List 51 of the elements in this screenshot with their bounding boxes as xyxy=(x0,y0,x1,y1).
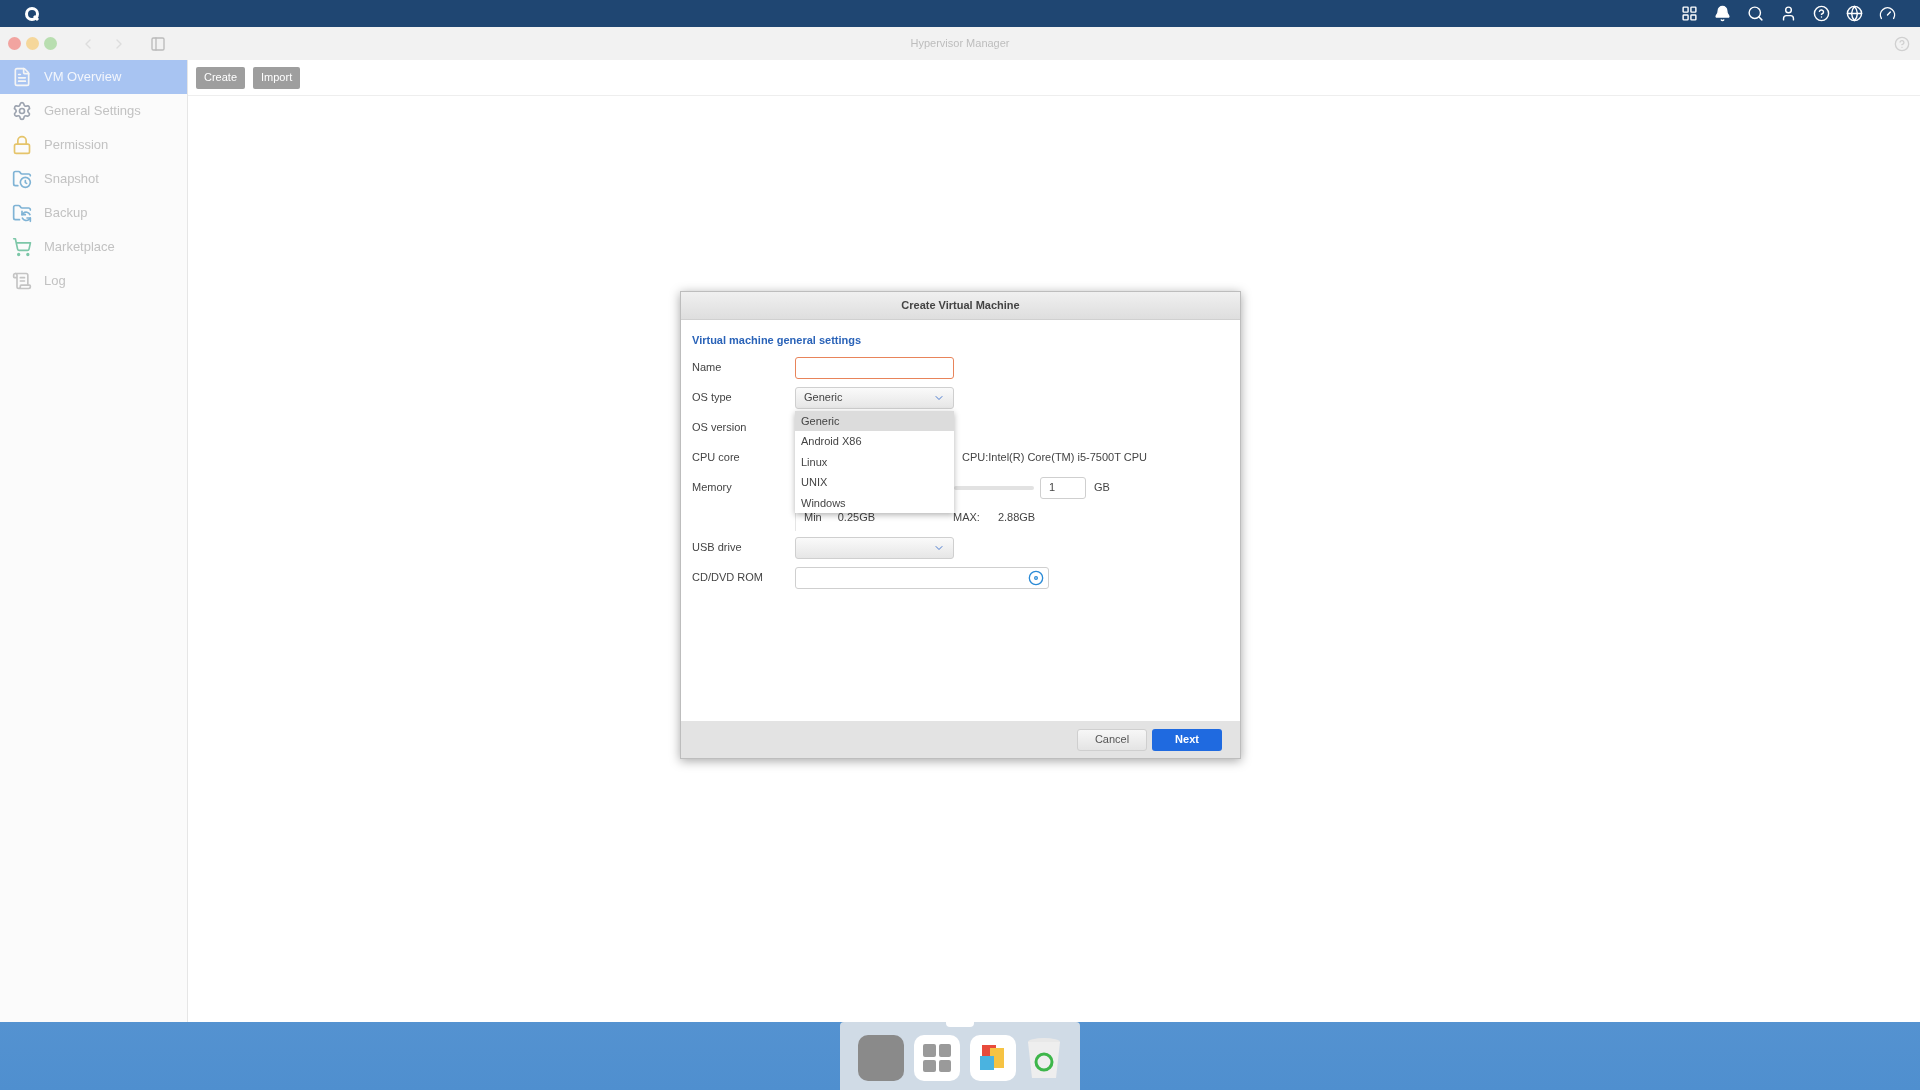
max-value: 2.88GB xyxy=(997,510,1036,526)
close-icon[interactable] xyxy=(8,37,21,50)
cart-icon xyxy=(12,237,32,257)
minimize-icon[interactable] xyxy=(26,37,39,50)
name-input-field[interactable] xyxy=(795,356,954,379)
search-icon[interactable] xyxy=(1747,5,1764,22)
dialog-title: Create Virtual Machine xyxy=(901,298,1020,314)
create-button[interactable]: Create xyxy=(196,66,246,89)
field-label: OS type xyxy=(692,390,733,406)
log-icon xyxy=(12,271,32,291)
dock-handle[interactable] xyxy=(946,1022,974,1027)
dropdown-option[interactable]: Linux xyxy=(795,451,954,473)
field-label: CPU core xyxy=(692,450,741,466)
folder-sync-icon xyxy=(12,203,32,223)
next-button[interactable]: Next xyxy=(1152,728,1222,751)
windows-app-icon[interactable] xyxy=(970,1035,1016,1081)
maximize-icon[interactable] xyxy=(44,37,57,50)
app-grid-icon[interactable] xyxy=(914,1035,960,1081)
control-panel-icon[interactable] xyxy=(858,1035,904,1081)
apps-grid-icon[interactable] xyxy=(1681,5,1698,22)
disc-icon xyxy=(1028,569,1044,586)
folder-clock-icon xyxy=(12,169,32,189)
max-label: MAX: xyxy=(953,510,980,526)
dropdown-option[interactable]: Android X86 xyxy=(795,431,954,452)
dropdown-option[interactable]: Generic xyxy=(795,410,954,432)
memory-input-field[interactable]: 1 xyxy=(1040,476,1086,499)
user-icon[interactable] xyxy=(1780,5,1797,22)
field-label: Memory xyxy=(692,480,733,496)
overview-icon xyxy=(12,67,32,87)
field-label: OS version xyxy=(692,420,748,436)
field-label: CD/DVD ROM xyxy=(692,570,764,586)
gauge-icon[interactable] xyxy=(1879,5,1896,22)
lock-icon xyxy=(12,135,32,155)
field-label: Name xyxy=(692,360,723,376)
import-button[interactable]: Import xyxy=(253,66,301,89)
unit-label: GB xyxy=(1094,480,1110,496)
globe-icon[interactable] xyxy=(1846,5,1863,22)
section-title: Virtual machine general settings xyxy=(692,333,863,348)
slider-track[interactable] xyxy=(954,485,1034,490)
logo-icon xyxy=(24,5,40,22)
cpu-info: CPU:Intel(R) Core(TM) i5-7500T CPU xyxy=(962,450,1147,466)
dropdown-option[interactable]: UNIX xyxy=(795,472,954,493)
select-field[interactable] xyxy=(795,536,954,559)
gear-icon xyxy=(12,101,32,121)
sidebar-toggle-icon[interactable] xyxy=(150,35,166,52)
recycle-bin-icon[interactable] xyxy=(1026,1036,1062,1080)
cancel-button[interactable]: Cancel xyxy=(1077,728,1147,751)
field-label: USB drive xyxy=(692,540,743,556)
file-field[interactable] xyxy=(795,566,1049,589)
bell-icon[interactable] xyxy=(1714,5,1731,22)
select-field[interactable]: Generic xyxy=(795,386,954,409)
